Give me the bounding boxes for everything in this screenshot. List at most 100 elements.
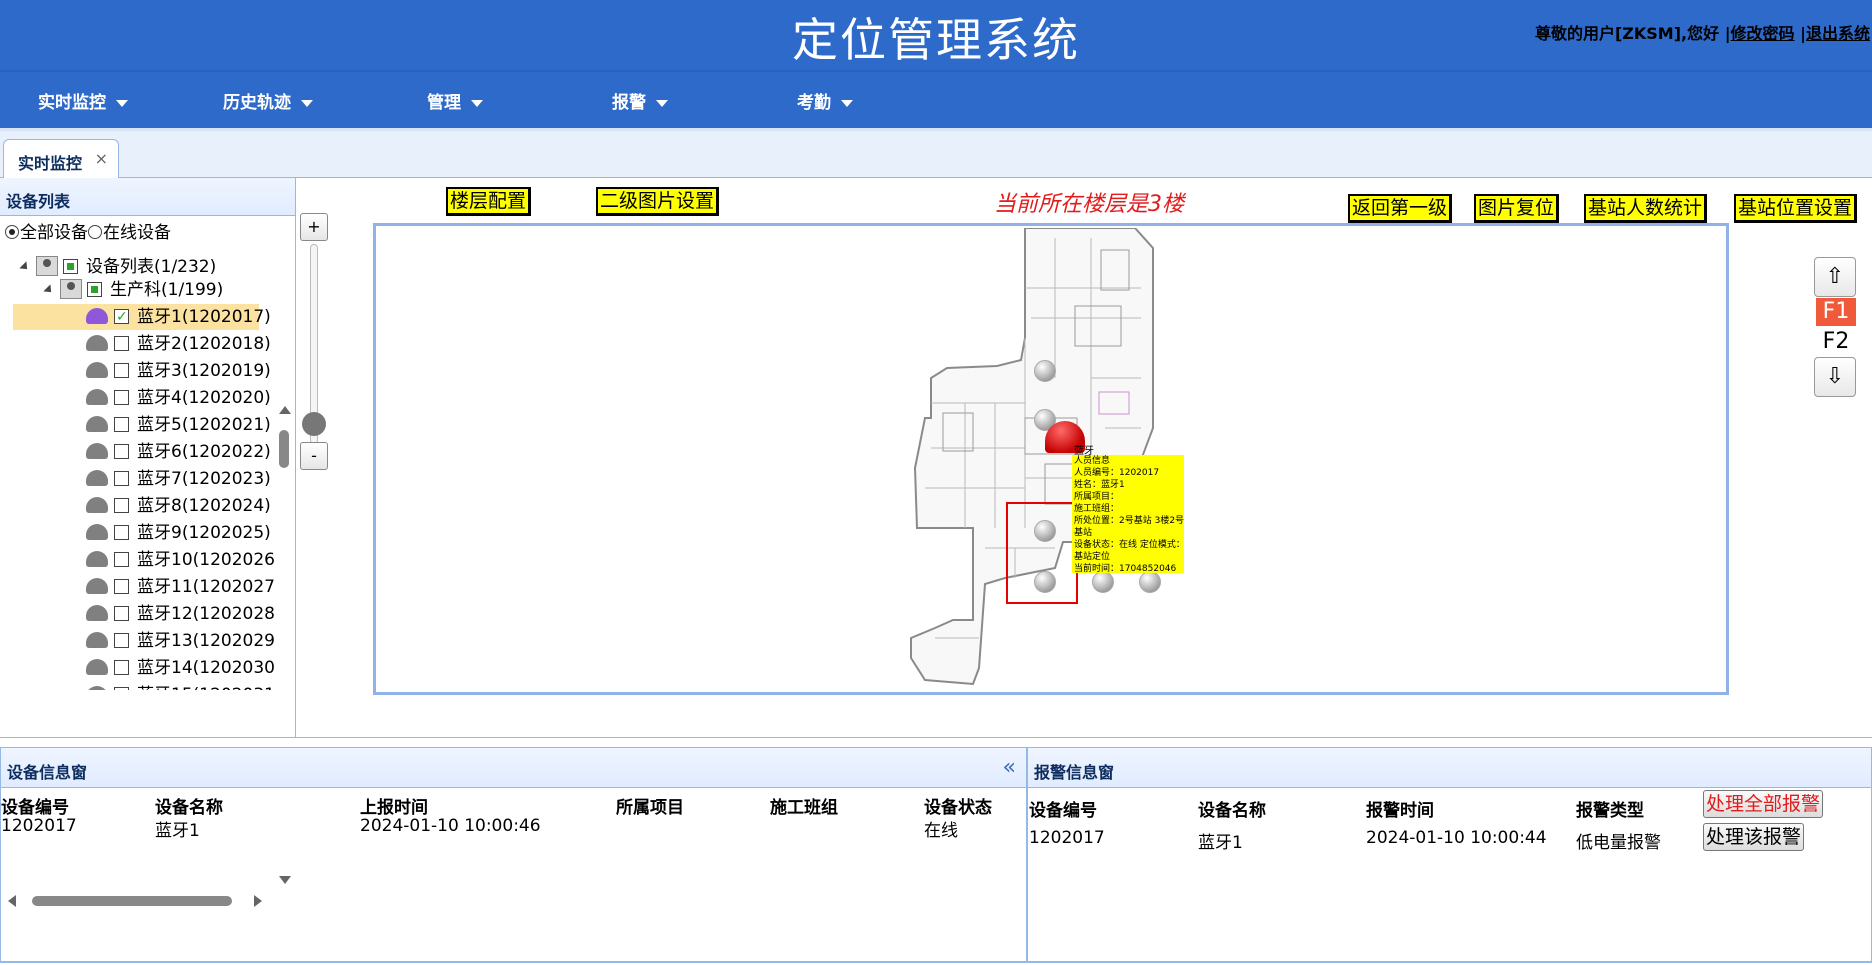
device-checkbox[interactable] — [114, 417, 129, 432]
cell-device-id: 1202017 — [1, 816, 77, 836]
helmet-icon — [86, 389, 108, 405]
second-image-settings-button[interactable]: 二级图片设置 — [596, 187, 720, 216]
floor-f1[interactable]: F1 — [1816, 298, 1856, 326]
device-checkbox[interactable] — [114, 363, 129, 378]
floor-up-arrow-icon[interactable]: ⇧ — [1814, 257, 1856, 297]
device-tree-item[interactable]: 蓝牙7(1202023) — [86, 466, 271, 492]
device-label: 蓝牙15(1202031 — [137, 685, 275, 690]
bottom-separator — [0, 737, 1872, 747]
nav-label: 报警 — [612, 93, 646, 113]
device-label: 蓝牙11(1202027 — [137, 577, 275, 597]
device-label: 蓝牙1(1202017) — [137, 307, 271, 327]
device-label: 蓝牙12(1202028 — [137, 604, 275, 624]
floor-config-button[interactable]: 楼层配置 — [446, 187, 532, 216]
device-tree-item[interactable]: 蓝牙13(1202029 — [86, 628, 275, 654]
device-checkbox[interactable] — [114, 579, 129, 594]
device-tree-item[interactable]: 蓝牙1(1202017) — [13, 304, 271, 330]
alarm-info-panel: 报警信息窗 设备编号 设备名称 报警时间 报警类型 1202017 蓝牙1 20… — [1027, 747, 1872, 963]
popup-line: 人员信息 — [1074, 456, 1111, 466]
device-checkbox[interactable] — [114, 304, 129, 330]
device-checkbox[interactable] — [114, 606, 129, 621]
device-checkbox[interactable] — [114, 498, 129, 513]
person-group-icon — [36, 256, 58, 276]
collapse-icon[interactable]: « — [1003, 755, 1016, 780]
nav-history-track[interactable]: 历史轨迹 — [223, 88, 313, 113]
device-tree-item[interactable]: 蓝牙2(1202018) — [86, 331, 271, 357]
expand-icon[interactable] — [19, 261, 31, 273]
tree-dept[interactable]: 生产科(1/199) — [43, 277, 223, 303]
zoom-in-button[interactable]: + — [300, 213, 328, 241]
device-checkbox[interactable] — [114, 390, 129, 405]
device-tree-item[interactable]: 蓝牙4(1202020) — [86, 385, 271, 411]
device-checkbox[interactable] — [114, 336, 129, 351]
cell-device-id: 1202017 — [1029, 828, 1105, 848]
back-to-first-level-button[interactable]: 返回第一级 — [1348, 194, 1453, 223]
floor-f2[interactable]: F2 — [1816, 328, 1856, 356]
logout-link[interactable]: 退出系统 — [1806, 24, 1870, 43]
caret-down-icon — [841, 99, 853, 107]
device-checkbox[interactable] — [114, 633, 129, 648]
col-header: 上报时间 — [360, 798, 428, 818]
device-tree-item[interactable]: 蓝牙3(1202019) — [86, 358, 271, 384]
device-tree-item[interactable]: 蓝牙10(1202026 — [86, 547, 275, 573]
device-tree-item[interactable]: 蓝牙8(1202024) — [86, 493, 271, 519]
nav-label: 历史轨迹 — [223, 93, 291, 113]
reset-image-button[interactable]: 图片复位 — [1474, 194, 1560, 223]
device-checkbox[interactable] — [114, 525, 129, 540]
helmet-icon — [86, 470, 108, 486]
change-password-link[interactable]: 修改密码 — [1731, 24, 1795, 43]
col-header: 所属项目 — [616, 798, 684, 818]
handle-all-alarms-button[interactable]: 处理全部报警 — [1703, 790, 1824, 818]
bottom-border — [0, 961, 1872, 963]
current-floor-message: 当前所在楼层是3楼 — [994, 192, 1184, 217]
tab-realtime-monitor[interactable]: 实时监控 × — [3, 139, 119, 179]
device-tree-item[interactable]: 蓝牙15(1202031 — [86, 682, 275, 690]
zoom-out-button[interactable]: - — [300, 442, 328, 470]
device-label: 蓝牙10(1202026 — [137, 550, 275, 570]
device-tree-item[interactable]: 蓝牙11(1202027 — [86, 574, 275, 600]
station-position-settings-button[interactable]: 基站位置设置 — [1734, 194, 1858, 223]
scroll-up-icon[interactable] — [279, 406, 291, 414]
station-headcount-button[interactable]: 基站人数统计 — [1584, 194, 1708, 223]
floor-down-arrow-icon[interactable]: ⇩ — [1814, 357, 1856, 397]
col-header: 设备编号 — [1029, 801, 1097, 821]
device-tree-item[interactable]: 蓝牙9(1202025) — [86, 520, 271, 546]
col-header: 施工班组 — [770, 798, 838, 818]
device-label: 蓝牙7(1202023) — [137, 469, 271, 489]
zoom-slider-handle[interactable] — [302, 412, 326, 436]
device-tree-item[interactable]: 蓝牙5(1202021) — [86, 412, 271, 438]
radio-online-devices[interactable]: 在线设备 — [88, 223, 171, 243]
device-checkbox[interactable] — [114, 552, 129, 567]
device-checkbox[interactable] — [114, 687, 129, 690]
base-station-marker[interactable] — [1092, 571, 1114, 593]
helmet-icon — [86, 551, 108, 567]
nav-realtime-monitor[interactable]: 实时监控 — [38, 88, 128, 113]
radio-all-devices[interactable]: 全部设备 — [5, 223, 88, 243]
base-station-marker[interactable] — [1034, 360, 1056, 382]
device-checkbox[interactable] — [114, 660, 129, 675]
nav-management[interactable]: 管理 — [427, 88, 483, 113]
cell-report-time: 2024-01-10 10:00:46 — [360, 816, 541, 836]
device-tree-item[interactable]: 蓝牙12(1202028 — [86, 601, 275, 627]
expand-icon[interactable] — [43, 284, 55, 296]
helmet-icon — [86, 497, 108, 513]
base-station-marker[interactable] — [1139, 571, 1161, 593]
handle-alarm-button[interactable]: 处理该报警 — [1703, 823, 1805, 851]
nav-alarm[interactable]: 报警 — [612, 88, 668, 113]
cell-device-name: 蓝牙1 — [155, 821, 200, 841]
device-checkbox[interactable] — [114, 471, 129, 486]
tree-checkbox[interactable] — [87, 282, 102, 297]
device-label: 蓝牙8(1202024) — [137, 496, 271, 516]
tree-checkbox[interactable] — [63, 259, 78, 274]
scroll-thumb[interactable] — [279, 430, 289, 468]
popup-line: 姓名：蓝牙1 — [1074, 480, 1125, 490]
popup-line: 人员编号：1202017 — [1074, 468, 1160, 478]
device-info-title: 设备信息窗 — [1, 748, 1026, 788]
popup-line: 所属项目： — [1074, 492, 1120, 502]
nav-attendance[interactable]: 考勤 — [797, 88, 853, 113]
device-checkbox[interactable] — [114, 444, 129, 459]
device-label: 蓝牙13(1202029 — [137, 631, 275, 651]
device-tree-item[interactable]: 蓝牙6(1202022) — [86, 439, 271, 465]
close-icon[interactable]: × — [95, 149, 108, 168]
device-tree-item[interactable]: 蓝牙14(1202030 — [86, 655, 275, 681]
